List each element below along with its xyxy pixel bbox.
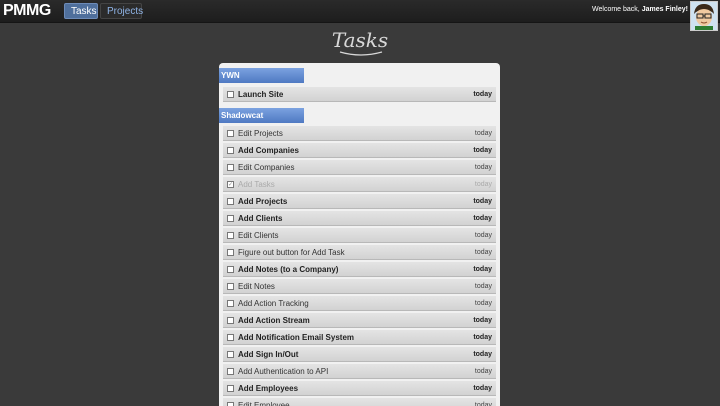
- task-row[interactable]: Add Employees today: [223, 381, 496, 396]
- task-due: today: [474, 402, 492, 406]
- task-due: today: [474, 130, 492, 137]
- task-label[interactable]: Add Projects: [238, 194, 287, 209]
- task-row[interactable]: Launch Site today: [223, 87, 496, 102]
- user-name[interactable]: James Finley!: [642, 6, 688, 13]
- welcome-message: Welcome back, James Finley!: [592, 6, 688, 13]
- task-due: today: [474, 283, 492, 290]
- task-label[interactable]: Edit Projects: [238, 126, 283, 141]
- task-row[interactable]: Figure out button for Add Task today: [223, 245, 496, 260]
- page-title: Tasks: [331, 28, 389, 52]
- task-due: today: [473, 385, 492, 392]
- task-checkbox[interactable]: [227, 130, 234, 137]
- nav-tab-projects[interactable]: Projects: [100, 3, 143, 19]
- title-swash-icon: [339, 51, 383, 56]
- task-row[interactable]: Add Authentication to API today: [223, 364, 496, 379]
- nav-tab-tasks[interactable]: Tasks: [64, 3, 98, 19]
- group-header-shadowcat[interactable]: Shadowcat: [219, 108, 304, 123]
- task-due: today: [473, 215, 492, 222]
- task-label[interactable]: Add Clients: [238, 211, 282, 226]
- task-label[interactable]: Add Notification Email System: [238, 330, 354, 345]
- task-row[interactable]: Add Companies today: [223, 143, 496, 158]
- task-checkbox[interactable]: [227, 351, 234, 358]
- task-label[interactable]: Edit Companies: [238, 160, 294, 175]
- task-due: today: [474, 181, 492, 188]
- task-label[interactable]: Edit Clients: [238, 228, 278, 243]
- task-due: today: [474, 232, 492, 239]
- task-checkbox[interactable]: [227, 249, 234, 256]
- task-checkbox[interactable]: [227, 232, 234, 239]
- task-row[interactable]: Add Action Stream today: [223, 313, 496, 328]
- task-due: today: [473, 351, 492, 358]
- task-label[interactable]: Figure out button for Add Task: [238, 245, 345, 260]
- task-row[interactable]: Edit Projects today: [223, 126, 496, 141]
- task-label[interactable]: Add Notes (to a Company): [238, 262, 338, 277]
- task-label[interactable]: Add Companies: [238, 143, 299, 158]
- task-due: today: [473, 266, 492, 273]
- welcome-prefix: Welcome back,: [592, 6, 642, 13]
- task-checkbox-checked[interactable]: ✓: [227, 181, 234, 188]
- task-checkbox[interactable]: [227, 368, 234, 375]
- task-label[interactable]: Add Action Stream: [238, 313, 310, 328]
- task-checkbox[interactable]: [227, 147, 234, 154]
- task-label[interactable]: Add Authentication to API: [238, 364, 328, 379]
- avatar-image: [691, 2, 717, 30]
- task-row[interactable]: Edit Clients today: [223, 228, 496, 243]
- task-row[interactable]: Edit Employee today: [223, 398, 496, 406]
- task-label[interactable]: Add Employees: [238, 381, 298, 396]
- task-due: today: [473, 91, 492, 98]
- task-checkbox[interactable]: [227, 300, 234, 307]
- logo-text: PMMG: [3, 2, 51, 19]
- task-due: today: [474, 300, 492, 307]
- task-due: today: [474, 368, 492, 375]
- group-header-ywn[interactable]: YWN: [219, 68, 304, 83]
- task-due: today: [474, 249, 492, 256]
- task-label[interactable]: Edit Employee: [238, 398, 290, 406]
- task-checkbox[interactable]: [227, 385, 234, 392]
- avatar[interactable]: [690, 1, 718, 31]
- task-row[interactable]: ✓ Add Tasks today: [223, 177, 496, 192]
- task-panel: YWN Launch Site today Shadowcat Edit Pro…: [219, 63, 500, 406]
- task-due: today: [474, 164, 492, 171]
- top-bar: PMMG Tasks Projects Welcome back, James …: [0, 0, 720, 23]
- task-due: today: [473, 334, 492, 341]
- task-row[interactable]: Edit Companies today: [223, 160, 496, 175]
- task-checkbox[interactable]: [227, 164, 234, 171]
- task-checkbox[interactable]: [227, 334, 234, 341]
- task-row[interactable]: Edit Notes today: [223, 279, 496, 294]
- task-label[interactable]: Edit Notes: [238, 279, 275, 294]
- task-due: today: [473, 317, 492, 324]
- task-checkbox[interactable]: [227, 215, 234, 222]
- task-checkbox[interactable]: [227, 198, 234, 205]
- task-checkbox[interactable]: [227, 317, 234, 324]
- task-label[interactable]: Add Sign In/Out: [238, 347, 298, 362]
- task-row[interactable]: Add Clients today: [223, 211, 496, 226]
- task-due: today: [473, 147, 492, 154]
- task-row[interactable]: Add Notes (to a Company) today: [223, 262, 496, 277]
- task-checkbox[interactable]: [227, 266, 234, 273]
- task-row[interactable]: Add Notification Email System today: [223, 330, 496, 345]
- app-logo[interactable]: PMMG: [3, 2, 51, 20]
- task-due: today: [473, 198, 492, 205]
- task-label[interactable]: Add Action Tracking: [238, 296, 309, 311]
- task-row[interactable]: Add Projects today: [223, 194, 496, 209]
- task-row[interactable]: Add Sign In/Out today: [223, 347, 496, 362]
- task-label[interactable]: Launch Site: [238, 87, 283, 102]
- task-checkbox[interactable]: [227, 402, 234, 406]
- task-label[interactable]: Add Tasks: [238, 177, 275, 192]
- task-checkbox[interactable]: [227, 91, 234, 98]
- task-row[interactable]: Add Action Tracking today: [223, 296, 496, 311]
- task-checkbox[interactable]: [227, 283, 234, 290]
